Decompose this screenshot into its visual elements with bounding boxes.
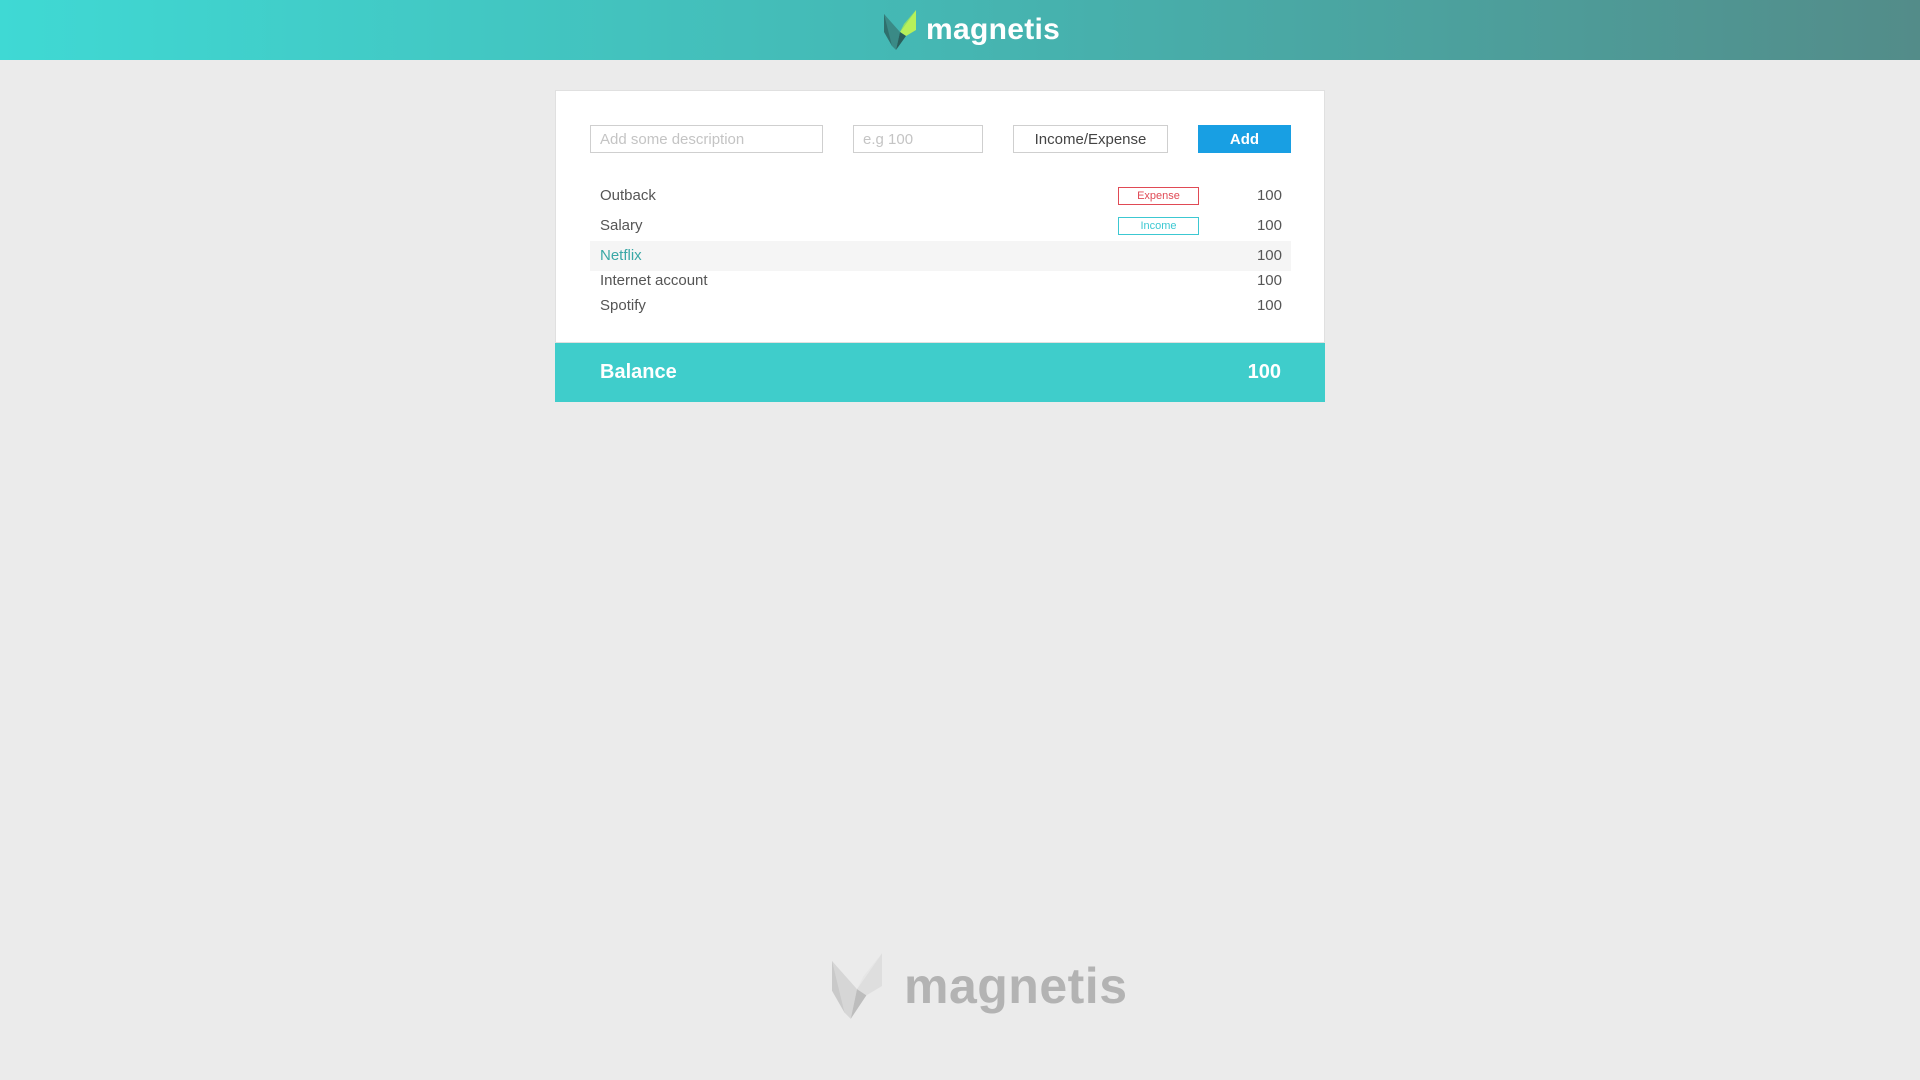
amount-input[interactable] [853,125,983,153]
transaction-description: Salary [600,217,643,234]
transaction-description: Outback [600,187,656,204]
balance-label: Balance [600,361,677,383]
balance-bar: Balance 100 [555,343,1325,402]
balance-value: 100 [1247,361,1281,383]
transaction-amount: 100 [1256,187,1282,204]
add-button[interactable]: Add [1198,125,1291,153]
table-row[interactable]: Salary Income 100 [590,211,1291,241]
expense-badge: Expense [1118,187,1199,205]
top-header-bar: magnetis [0,0,1920,60]
table-row[interactable]: Spotify 100 [590,291,1291,321]
magnetis-logo-icon [884,10,916,50]
brand-name: magnetis [926,13,1061,46]
transaction-amount: 100 [1256,217,1282,234]
transaction-description: Spotify [600,297,646,314]
type-select-label: Income/Expense [1034,130,1147,148]
footer-brand: magnetis [832,952,1128,1020]
transaction-amount: 100 [1256,297,1282,314]
income-badge: Income [1118,217,1199,235]
transactions-card: Income/Expense Add Outback Expense 100 S… [555,90,1325,343]
table-row[interactable]: Outback Expense 100 [590,181,1291,211]
header-brand[interactable]: magnetis [884,10,1060,50]
magnetis-logo-icon [832,953,882,1019]
footer-brand-name: magnetis [904,958,1128,1014]
type-select[interactable]: Income/Expense [1013,125,1168,153]
description-input[interactable] [590,125,823,153]
